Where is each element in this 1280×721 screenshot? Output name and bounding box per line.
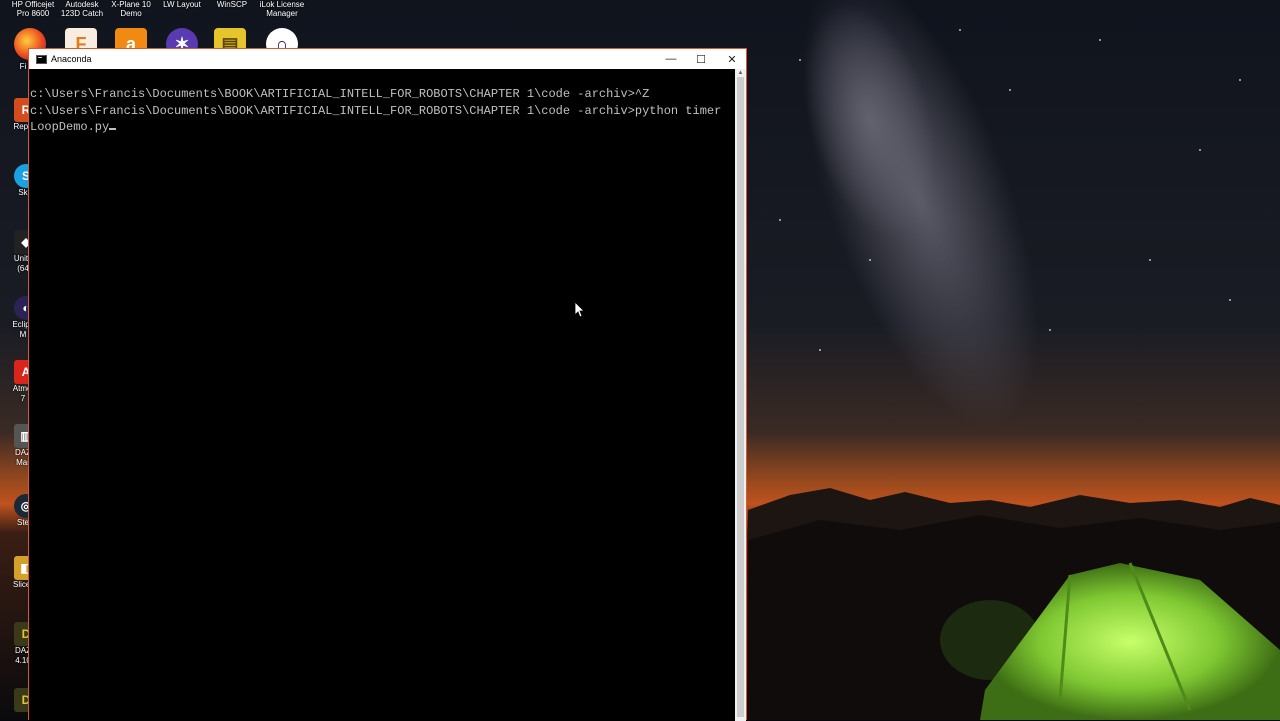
- anaconda-console-window[interactable]: Anaconda — ☐ ✕ c:\Users\Francis\Document…: [28, 48, 747, 721]
- console-line: c:\Users\Francis\Documents\BOOK\ARTIFICI…: [30, 103, 722, 118]
- maximize-icon: ☐: [696, 53, 706, 66]
- desktop-label-hp-officejet[interactable]: HP Officejet Pro 8600: [8, 0, 58, 18]
- console-output[interactable]: c:\Users\Francis\Documents\BOOK\ARTIFICI…: [29, 69, 736, 721]
- desktop-label-autodesk-123d[interactable]: Autodesk 123D Catch: [58, 0, 106, 18]
- minimize-button[interactable]: —: [656, 49, 686, 69]
- desktop-label-ilok[interactable]: iLok License Manager: [256, 0, 308, 18]
- vertical-scrollbar[interactable]: ▲: [735, 69, 746, 721]
- minimize-icon: —: [665, 53, 677, 65]
- console-app-icon[interactable]: [36, 54, 47, 64]
- window-titlebar[interactable]: Anaconda — ☐ ✕: [29, 49, 746, 69]
- desktop-label-lw-layout[interactable]: LW Layout: [158, 0, 206, 9]
- close-icon: ✕: [727, 53, 737, 66]
- console-line: c:\Users\Francis\Documents\BOOK\ARTIFICI…: [30, 87, 650, 101]
- console-current-input: LoopDemo.py: [30, 120, 110, 134]
- close-button[interactable]: ✕: [717, 49, 747, 69]
- console-input-line[interactable]: LoopDemo.py: [30, 119, 736, 136]
- desktop-label-xplane[interactable]: X-Plane 10 Demo: [108, 0, 154, 18]
- window-title: Anaconda: [51, 54, 92, 64]
- scrollbar-thumb[interactable]: [737, 77, 744, 717]
- scroll-up-arrow-icon[interactable]: ▲: [737, 70, 744, 76]
- text-cursor: [109, 128, 117, 130]
- desktop-label-winscp[interactable]: WinSCP: [208, 0, 256, 9]
- mouse-pointer-icon: [575, 302, 585, 318]
- maximize-button[interactable]: ☐: [686, 49, 716, 69]
